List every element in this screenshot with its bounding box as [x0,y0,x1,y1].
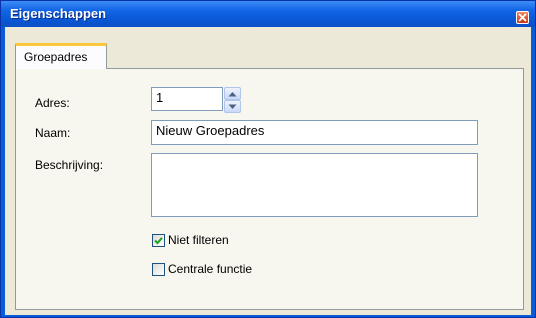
close-icon [518,13,527,22]
spin-down-icon [228,104,237,109]
beschrijving-label: Beschrijving: [35,158,104,172]
naam-input[interactable]: Nieuw Groepadres [151,120,478,145]
adres-spin-down-button[interactable] [224,100,241,113]
title-bar[interactable]: Eigenschappen [1,1,535,27]
adres-label: Adres: [35,96,70,110]
adres-value: 1 [156,90,164,105]
naam-label: Naam: [35,126,71,140]
properties-window: Eigenschappen Groepadres Adres: 1 Naam: … [0,0,536,318]
dialog-client-area: Groepadres Adres: 1 Naam: Nieuw Groepadr… [5,27,531,315]
niet-filteren-label[interactable]: Niet filteren [168,233,229,247]
adres-spin-up-button[interactable] [224,87,241,100]
adres-input[interactable]: 1 [151,87,223,111]
tab-label: Groepadres [24,50,88,64]
spin-up-icon [228,92,237,97]
niet-filteren-checkbox[interactable] [152,234,165,247]
centrale-functie-checkbox[interactable] [152,263,165,276]
tab-groepadres[interactable]: Groepadres [15,43,107,69]
beschrijving-textarea[interactable] [151,153,478,217]
checkmark-icon [154,237,163,245]
tab-panel-groepadres: Adres: 1 Naam: Nieuw Groepadres Beschrij… [15,68,524,310]
close-button[interactable] [516,11,529,24]
naam-value: Nieuw Groepadres [156,123,265,138]
window-title: Eigenschappen [10,6,107,21]
centrale-functie-label[interactable]: Centrale functie [168,262,252,276]
